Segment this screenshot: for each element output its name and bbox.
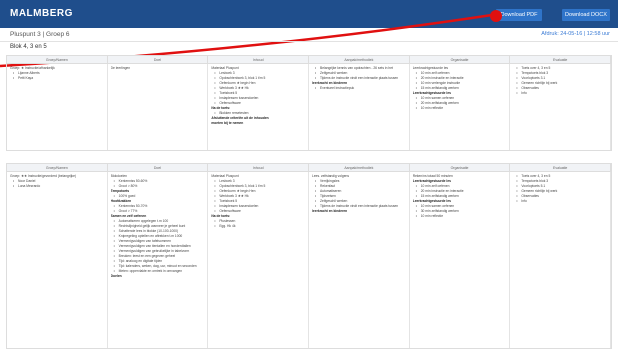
col-header-inhoud: Inhoud: [208, 56, 310, 63]
print-date: Afdruk: 24-05-16 | 12:58 uur: [541, 31, 610, 37]
cell-organisatie: Leerkrachtgestuurde les10 min zelf oefen…: [410, 64, 511, 150]
cell-aanpak: Belangrijke kennis van opdrachten - 26 s…: [309, 64, 410, 150]
list-item: 100% goed: [111, 194, 205, 199]
list-item: Info: [513, 199, 607, 204]
cell-text: moeten bij te nemen: [211, 121, 244, 125]
list-item: Groot > 80%: [111, 184, 205, 189]
col-header-doel: Doel: [108, 56, 209, 63]
list-item: 10 min reflectie: [413, 106, 507, 111]
list-item: Info: [513, 91, 607, 96]
col-header-aanpak: Aanpak/methodiek: [309, 56, 410, 63]
cell-doel: BlokdoelenKerkenniss 50-60%Groot > 80%Te…: [108, 172, 209, 348]
cell-doel: De leerlingen: [108, 64, 209, 150]
list-item: Oefensoftware: [211, 209, 305, 214]
list-item: Oefensoftware: [211, 101, 305, 106]
table-header: Groep/Namen Doel Inhoud Aanpak/methodiek…: [7, 164, 612, 172]
list-item: 10 min reflectie: [413, 214, 507, 219]
list-item: Egg. Hk 4k: [211, 224, 305, 229]
cell-text: leerkracht en kinderen: [312, 209, 348, 213]
col-header-organisatie: Organisatie: [410, 56, 511, 63]
cell-text: Doelen: [110, 274, 122, 278]
cell-organisatie: Reken/ns totaal 50 minuten Leerkrachtgest…: [410, 172, 511, 348]
list-item: Eventueel instructiepuk: [312, 86, 406, 91]
cell-evaluatie: Toets over 4, 3 en 5Tempotoets blok 3Voo…: [510, 172, 612, 348]
cell-aanpak: Lees. zelfstandig volgensVerrijkingslesR…: [309, 172, 410, 348]
table-body: Groep: ★ Instructie/afhankelijkLijanne A…: [7, 64, 612, 150]
cell-groep: Groep: ★ Instructie/afhankelijkLijanne A…: [7, 64, 108, 150]
col-header-aanpak: Aanpak/methodiek: [309, 164, 410, 171]
cell-inhoud: Materiaal PluspuntLesboek 3Opdrachtenboe…: [208, 172, 310, 348]
col-header-groep: Groep/Namen: [7, 164, 108, 171]
page-subtitle: Pluspunt 3 | Groep 6: [10, 31, 70, 38]
lesson-table-2: Groep/Namen Doel Inhoud Aanpak/methodiek…: [6, 163, 612, 349]
lesson-table-1: Groep/Namen Doel Inhoud Aanpak/methodiek…: [6, 55, 612, 151]
download-pdf-button[interactable]: Download PDF: [496, 9, 542, 21]
col-header-doel: Doel: [108, 164, 209, 171]
table-header: Groep/Namen Doel Inhoud Aanpak/methodiek…: [7, 56, 612, 64]
block-title: Blok 4, 3 en 5: [10, 44, 47, 50]
download-docx-button[interactable]: Download DOCX: [562, 9, 610, 21]
list-item: 15 min zelfstandig werken: [413, 194, 507, 199]
col-header-organisatie: Organisatie: [410, 164, 511, 171]
list-item: 15 min zelfstandig werken: [413, 86, 507, 91]
list-item: Blokken rersetesten: [211, 111, 305, 116]
cell-groep: Groep: ★★ Instructie/gevorderd (belangri…: [7, 172, 108, 348]
list-item: Luna Mezrardo: [10, 184, 104, 189]
list-item: Meten: oppervlakte en omtrek in omvangen: [111, 269, 205, 274]
list-item: Tijdens de instructie vindt een interact…: [312, 76, 406, 81]
col-header-inhoud: Inhoud: [208, 164, 310, 171]
cell-text: De leerlingen: [110, 66, 131, 70]
cell-evaluatie: Toets over 4, 3 en 5Tempotoets blok 3Voo…: [510, 64, 612, 150]
table-body: Groep: ★★ Instructie/gevorderd (belangri…: [7, 172, 612, 348]
col-header-groep: Groep/Namen: [7, 56, 108, 63]
app-logo: MALMBERG: [10, 8, 73, 19]
list-item: Petit Kaya: [10, 76, 104, 81]
cell-inhoud: Materiaal PluspuntLesboek 3Opdrachtenboe…: [208, 64, 310, 150]
col-header-evaluatie: Evaluatie: [510, 164, 612, 171]
sub-header: [0, 28, 618, 42]
annotation-dot: [490, 10, 502, 22]
list-item: Groot > 77%: [111, 209, 205, 214]
col-header-evaluatie: Evaluatie: [510, 56, 612, 63]
list-item: Tijdens de instructie vindt een interact…: [312, 204, 406, 209]
